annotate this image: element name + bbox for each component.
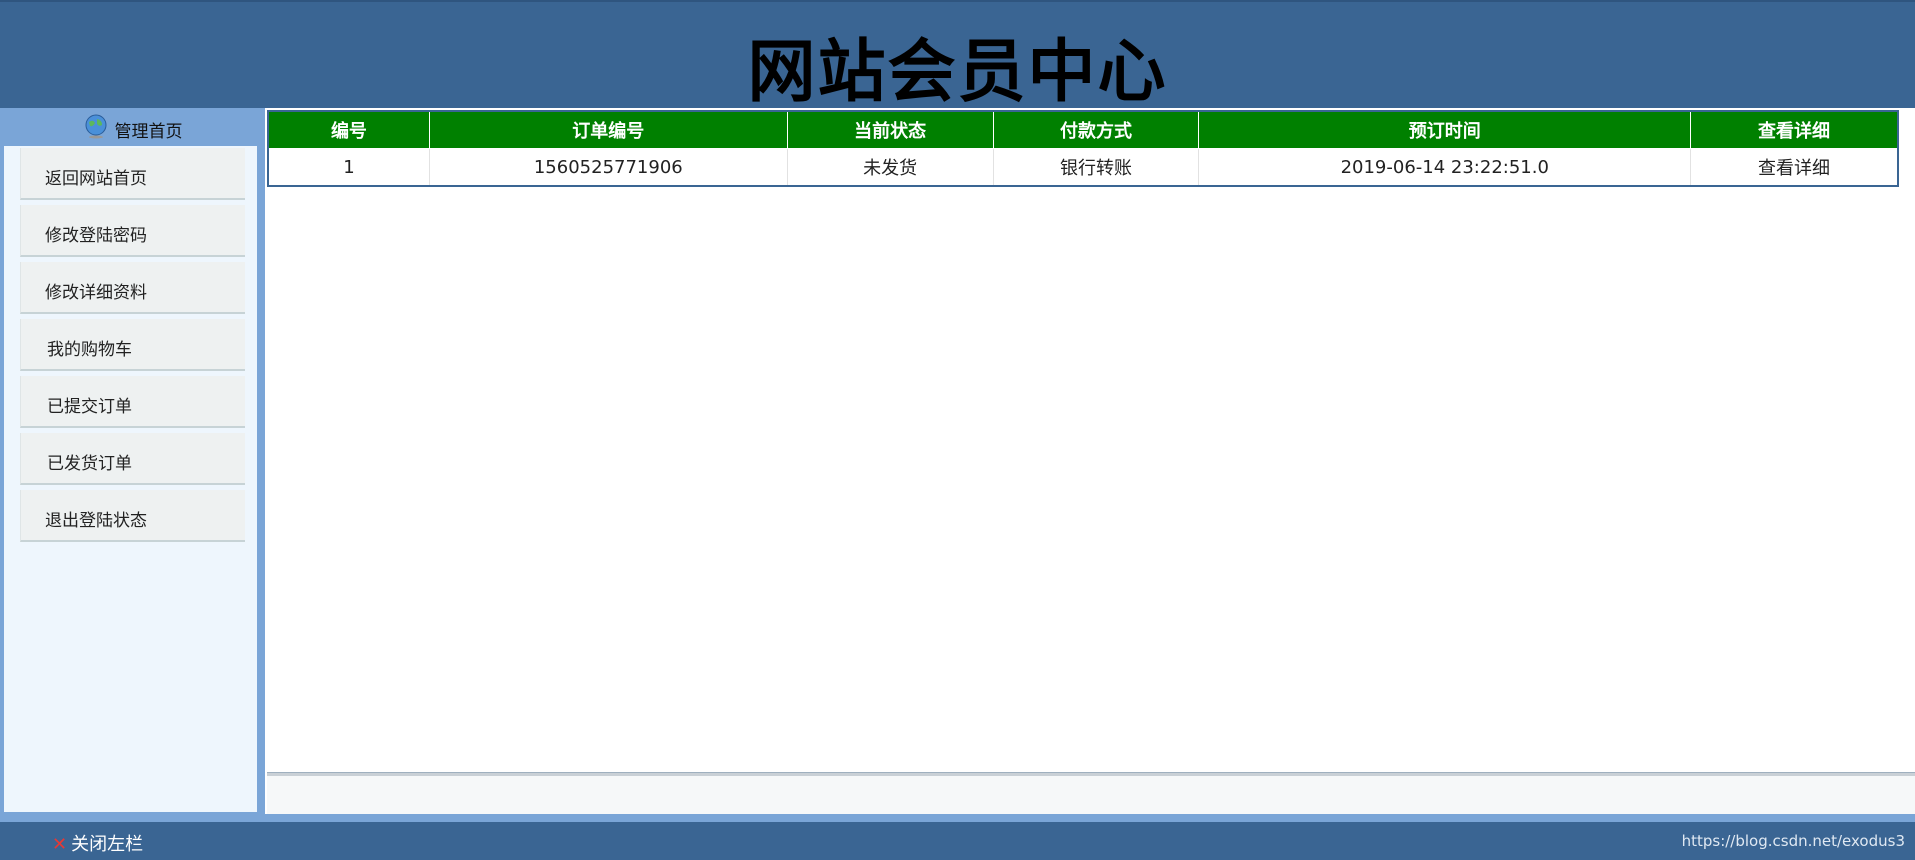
site-header: 网站会员中心 xyxy=(0,0,1915,112)
sidebar-head[interactable]: 管理首页 xyxy=(0,108,265,146)
menu-item-submitted-orders[interactable]: 已提交订单 xyxy=(20,376,245,428)
close-sidebar-label: 关闭左栏 xyxy=(71,834,144,855)
menu-item-home[interactable]: 返回网站首页 xyxy=(20,148,245,200)
col-header-status: 当前状态 xyxy=(786,110,994,149)
cell-order-number: 1560525771906 xyxy=(429,148,788,186)
menu-item-label: 我的购物车 xyxy=(47,340,132,360)
menu-item-label: 已发货订单 xyxy=(47,454,132,474)
menu-item-label: 返回网站首页 xyxy=(45,169,147,189)
sidebar-head-label: 管理首页 xyxy=(114,122,183,142)
close-sidebar-button[interactable]: ✕ 关闭左栏 xyxy=(52,830,143,856)
cell-payment: 银行转账 xyxy=(993,148,1200,186)
col-header-details: 查看详细 xyxy=(1690,110,1899,149)
globe-icon xyxy=(83,110,109,139)
page-title: 网站会员中心 xyxy=(747,33,1168,112)
col-header-order-time: 预订时间 xyxy=(1198,110,1692,149)
menu-item-edit-profile[interactable]: 修改详细资料 xyxy=(20,262,245,314)
cell-order-time: 2019-06-14 23:22:51.0 xyxy=(1198,148,1692,186)
menu-item-label: 已提交订单 xyxy=(47,397,132,417)
watermark-credit: https://blog.csdn.net/exodus3 xyxy=(1681,832,1905,850)
view-details-link[interactable]: 查看详细 xyxy=(1690,148,1899,186)
main-content: 编号 订单编号 当前状态 付款方式 预订时间 查看详细 1 1560525771… xyxy=(265,108,1915,814)
menu-item-change-password[interactable]: 修改登陆密码 xyxy=(20,205,245,257)
menu-item-cart[interactable]: 我的购物车 xyxy=(20,319,245,371)
menu-item-label: 修改登陆密码 xyxy=(45,226,147,246)
close-icon: ✕ xyxy=(52,834,68,855)
orders-table: 编号 订单编号 当前状态 付款方式 预订时间 查看详细 1 1560525771… xyxy=(267,110,1899,187)
col-header-order-number: 订单编号 xyxy=(428,110,788,149)
menu-item-label: 退出登陆状态 xyxy=(45,511,147,531)
menu-item-label: 修改详细资料 xyxy=(45,283,147,303)
table-row: 1 1560525771906 未发货 银行转账 2019-06-14 23:2… xyxy=(268,148,1899,186)
menu-item-shipped-orders[interactable]: 已发货订单 xyxy=(20,433,245,485)
col-header-id: 编号 xyxy=(267,110,430,149)
footer: ✕ 关闭左栏 https://blog.csdn.net/exodus3 xyxy=(0,814,1915,860)
cell-id: 1 xyxy=(268,148,430,186)
table-header-row: 编号 订单编号 当前状态 付款方式 预订时间 查看详细 xyxy=(267,110,1899,149)
sidebar-menu: 返回网站首页 修改登陆密码 修改详细资料 我的购物车 已提交订单 已发货订单 退… xyxy=(4,146,257,812)
main-status-bar xyxy=(267,776,1915,814)
cell-status: 未发货 xyxy=(787,148,994,186)
col-header-payment: 付款方式 xyxy=(992,110,1200,149)
sidebar: 管理首页 返回网站首页 修改登陆密码 修改详细资料 我的购物车 已提交订单 已发… xyxy=(0,108,265,814)
menu-item-logout[interactable]: 退出登陆状态 xyxy=(20,490,245,542)
